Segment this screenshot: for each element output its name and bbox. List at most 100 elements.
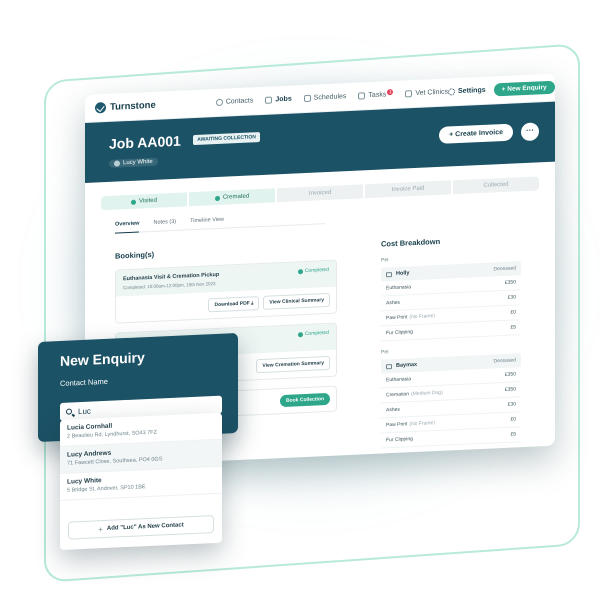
step-invoiced: Invoiced <box>277 184 363 203</box>
progress-steps: Visited Cremated Invoiced Invoice Paid C… <box>101 176 539 211</box>
new-enquiry-label: New Enquiry <box>507 84 547 93</box>
tab-notes[interactable]: Notes (3) <box>153 219 176 226</box>
status-badge: AWAITING COLLECTION <box>193 132 260 146</box>
nav-contacts[interactable]: Contacts <box>215 97 254 107</box>
settings-button[interactable]: Settings <box>448 87 486 96</box>
cost-line-label: Euthanasia <box>386 284 412 292</box>
add-new-contact-button[interactable]: + Add "Luc" As New Contact <box>68 515 214 540</box>
pet-status: Deceased <box>493 265 516 273</box>
pet-icon <box>386 363 392 369</box>
cost-line-label: Paw Print <box>386 314 408 322</box>
new-enquiry-title: New Enquiry <box>60 349 145 370</box>
cost-line-amount: £350 <box>504 371 516 378</box>
cost-line-label: Cremation <box>386 391 410 399</box>
nav-schedules[interactable]: Schedules <box>303 93 347 103</box>
cost-line-note: (No Frame) <box>409 313 435 321</box>
step-collected: Collected <box>453 176 539 195</box>
booking-status-label: Completed <box>304 329 329 338</box>
status-dot-icon <box>297 268 303 274</box>
cost-line-note: (No Frame) <box>409 420 435 428</box>
cost-line-amount: £0 <box>510 416 516 423</box>
add-new-contact-label: Add "Luc" As New Contact <box>106 522 184 532</box>
cost-line-label: Euthanasia <box>386 376 412 384</box>
bookings-title: Booking(s) <box>115 249 155 261</box>
step-cremated: Cremated <box>189 188 275 207</box>
view-clinical-summary-button[interactable]: View Clinical Summary <box>263 292 330 310</box>
booking-card: Euthanasia Visit & Cremation Pickup Comp… <box>115 259 337 324</box>
new-enquiry-button[interactable]: + New Enquiry <box>493 80 555 97</box>
nav-jobs-label: Jobs <box>275 95 292 104</box>
cost-line-label: Ashes <box>386 299 400 307</box>
cost-line-amount: £350 <box>504 386 516 393</box>
check-icon <box>214 195 220 201</box>
cost-line-amount: £350 <box>504 279 516 286</box>
cost-line-note: (Medium Dog) <box>411 389 443 398</box>
check-icon <box>131 199 137 205</box>
job-tabs: Overview Notes (3) Timeline View <box>115 212 325 234</box>
step-label: Cremated <box>222 193 250 201</box>
cost-line-amount: £5 <box>510 324 516 331</box>
cost-line-label: Ashes <box>386 406 400 414</box>
job-title: Job AA001 <box>109 132 181 152</box>
nav-tasks-label: Tasks <box>368 91 387 100</box>
cost-line-amount: £0 <box>510 309 516 316</box>
pet-name: Baymax <box>396 361 418 369</box>
pet-name: Holly <box>396 270 410 277</box>
nav-contacts-label: Contacts <box>225 97 254 106</box>
search-icon <box>66 408 72 415</box>
tab-overview[interactable]: Overview <box>115 221 139 228</box>
cost-line-label: Fur Clipping <box>386 329 413 337</box>
calendar-icon <box>303 94 311 103</box>
download-icon: ⤓ <box>251 300 254 307</box>
booking-status: Completed <box>297 266 329 275</box>
nav-schedules-label: Schedules <box>313 93 347 102</box>
tasks-badge: 1 <box>387 88 394 95</box>
nav-right: Settings + New Enquiry <box>448 80 555 99</box>
turnstone-logo-icon <box>95 102 106 114</box>
tasks-icon <box>358 92 366 100</box>
tab-timeline[interactable]: Timeline View <box>190 217 224 225</box>
nav-vet-clinics-label: Vet Clinics <box>415 88 449 97</box>
booking-status: Completed <box>297 329 329 338</box>
cost-line-amount: £30 <box>507 401 516 408</box>
step-label: Collected <box>483 181 509 189</box>
cost-line-label: Fur Clipping <box>386 436 413 444</box>
cost-title: Cost Breakdown <box>381 236 441 249</box>
contact-name-label: Contact Name <box>60 376 108 389</box>
more-options-button[interactable]: ··· <box>521 122 539 142</box>
step-label: Visited <box>139 197 157 205</box>
pet-icon <box>386 271 392 277</box>
download-pdf-label: Download PDF <box>214 300 250 309</box>
step-invoice-paid: Invoice Paid <box>365 180 451 199</box>
owner-name: Lucy White <box>123 158 153 167</box>
booking-status-label: Completed <box>304 266 329 275</box>
contact-results-dropdown: Lucia Cornhall 2 Beaulieu Rd, Lyndhurst,… <box>60 412 222 550</box>
owner-chip[interactable]: Lucy White <box>109 157 158 168</box>
download-pdf-button[interactable]: Download PDF ⤓ <box>208 296 260 313</box>
nav-vet-clinics[interactable]: Vet Clinics <box>405 89 448 98</box>
cost-line-amount: £30 <box>507 294 516 301</box>
cost-line-amount: £5 <box>510 431 516 438</box>
step-label: Invoiced <box>308 189 332 197</box>
nav-jobs[interactable]: Jobs <box>265 95 292 104</box>
stage: Turnstone Contacts Jobs Schedules Tasks 1… <box>0 0 600 600</box>
book-collection-button[interactable]: Book Collection <box>279 392 330 408</box>
settings-label: Settings <box>458 86 486 96</box>
contacts-icon <box>215 98 223 107</box>
status-dot-icon <box>297 331 303 337</box>
gear-icon <box>448 88 456 96</box>
step-label: Invoice Paid <box>391 185 425 194</box>
create-invoice-label: Create Invoice <box>455 129 503 139</box>
brand[interactable]: Turnstone <box>95 100 156 114</box>
search-value: Luc <box>78 406 91 416</box>
create-invoice-button[interactable]: + Create Invoice <box>439 123 513 144</box>
brand-name: Turnstone <box>110 99 156 113</box>
nav-tasks[interactable]: Tasks 1 <box>358 88 394 100</box>
step-visited: Visited <box>101 192 187 211</box>
cost-breakdown: Cost Breakdown Pet Holly Deceased Euthana… <box>381 233 521 449</box>
view-cremation-summary-button[interactable]: View Cremation Summary <box>256 355 330 374</box>
nav-links: Contacts Jobs Schedules Tasks 1 Vet Clini… <box>215 88 448 107</box>
person-icon <box>114 160 120 167</box>
cost-line-label: Paw Print <box>386 421 408 429</box>
clinic-icon <box>405 90 413 98</box>
